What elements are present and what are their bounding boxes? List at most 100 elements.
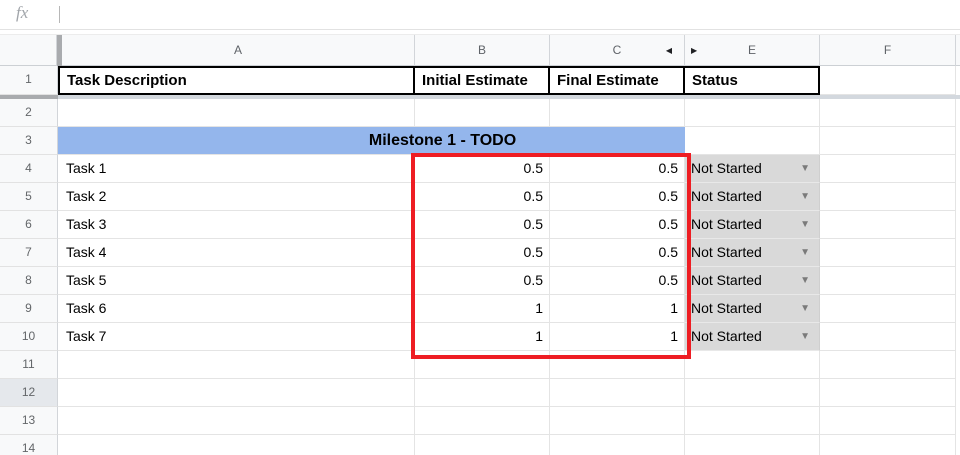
cell-final-estimate[interactable]: 0.5 (550, 155, 685, 183)
cell-empty[interactable] (685, 351, 820, 379)
cell-initial-estimate[interactable]: 0.5 (415, 239, 550, 267)
row-header-9[interactable]: 9 (0, 295, 58, 323)
column-header-a[interactable]: A (62, 35, 415, 66)
cell-initial-estimate[interactable]: 1 (415, 295, 550, 323)
cell-status-header[interactable]: Status (683, 66, 820, 95)
cell-empty[interactable] (820, 66, 956, 95)
dropdown-arrow-icon[interactable]: ▼ (800, 155, 810, 182)
cell-empty[interactable] (820, 407, 956, 435)
column-header-e[interactable]: ▶ E (685, 35, 820, 66)
cell-status-dropdown[interactable]: Not Started ▼ (685, 155, 820, 183)
cell-empty[interactable] (820, 267, 956, 295)
cell-empty[interactable] (415, 99, 550, 127)
cell-empty[interactable] (820, 295, 956, 323)
cell-empty[interactable] (58, 435, 415, 455)
dropdown-arrow-icon[interactable]: ▼ (800, 239, 810, 266)
row-header-2[interactable]: 2 (0, 99, 58, 127)
column-header-f[interactable]: F (820, 35, 956, 66)
row-header-14[interactable]: 14 (0, 435, 58, 455)
cell-status-dropdown[interactable]: Not Started ▼ (685, 323, 820, 351)
unhide-column-left-icon[interactable]: ◀ (666, 35, 672, 66)
row-header-6[interactable]: 6 (0, 211, 58, 239)
cell-empty[interactable] (550, 351, 685, 379)
cell-initial-estimate[interactable]: 1 (415, 323, 550, 351)
cell-status-dropdown[interactable]: Not Started ▼ (685, 267, 820, 295)
dropdown-arrow-icon[interactable]: ▼ (800, 183, 810, 210)
column-header-b[interactable]: B (415, 35, 550, 66)
cell-final-estimate-header[interactable]: Final Estimate (548, 66, 685, 95)
cell-task-name[interactable]: Task 1 (58, 155, 415, 183)
cell-task-name[interactable]: Task 2 (58, 183, 415, 211)
cell-empty[interactable] (820, 211, 956, 239)
grid-filler (956, 239, 960, 267)
cell-final-estimate[interactable]: 0.5 (550, 239, 685, 267)
cell-initial-estimate[interactable]: 0.5 (415, 155, 550, 183)
cell-empty[interactable] (415, 407, 550, 435)
cell-empty[interactable] (685, 99, 820, 127)
cell-empty[interactable] (550, 407, 685, 435)
cell-task-name[interactable]: Task 7 (58, 323, 415, 351)
cell-task-name[interactable]: Task 6 (58, 295, 415, 323)
cell-status-dropdown[interactable]: Not Started ▼ (685, 239, 820, 267)
cell-initial-estimate[interactable]: 0.5 (415, 211, 550, 239)
cell-initial-estimate-header[interactable]: Initial Estimate (413, 66, 550, 95)
column-header-c[interactable]: C ◀ (550, 35, 685, 66)
cell-empty[interactable] (820, 183, 956, 211)
cell-empty[interactable] (820, 379, 956, 407)
cell-task-name[interactable]: Task 4 (58, 239, 415, 267)
cell-task-name[interactable]: Task 3 (58, 211, 415, 239)
cell-final-estimate[interactable]: 1 (550, 323, 685, 351)
cell-empty[interactable] (550, 435, 685, 455)
dropdown-arrow-icon[interactable]: ▼ (800, 295, 810, 322)
cell-empty[interactable] (58, 99, 415, 127)
cell-empty[interactable] (58, 379, 415, 407)
unhide-column-right-icon[interactable]: ▶ (691, 35, 697, 66)
row-header-1[interactable]: 1 (0, 66, 58, 95)
cell-final-estimate[interactable]: 1 (550, 295, 685, 323)
row-header-12[interactable]: 12 (0, 379, 58, 407)
cell-empty[interactable] (550, 99, 685, 127)
row-header-3[interactable]: 3 (0, 127, 58, 155)
dropdown-arrow-icon[interactable]: ▼ (800, 211, 810, 238)
cell-status-dropdown[interactable]: Not Started ▼ (685, 211, 820, 239)
cell-empty[interactable] (820, 155, 956, 183)
cell-empty[interactable] (550, 379, 685, 407)
column-label-e: E (747, 43, 756, 57)
cell-final-estimate[interactable]: 0.5 (550, 211, 685, 239)
cell-final-estimate[interactable]: 0.5 (550, 267, 685, 295)
row-header-4[interactable]: 4 (0, 155, 58, 183)
cell-final-estimate[interactable]: 0.5 (550, 183, 685, 211)
row-header-10[interactable]: 10 (0, 323, 58, 351)
cell-empty[interactable] (685, 435, 820, 455)
cell-empty[interactable] (820, 351, 956, 379)
cell-empty[interactable] (58, 407, 415, 435)
cell-task-description-header[interactable]: Task Description (58, 66, 415, 95)
cell-status-dropdown[interactable]: Not Started ▼ (685, 295, 820, 323)
row-header-8[interactable]: 8 (0, 267, 58, 295)
cell-task-name[interactable]: Task 5 (58, 267, 415, 295)
cell-empty[interactable] (820, 239, 956, 267)
row-header-7[interactable]: 7 (0, 239, 58, 267)
cell-empty[interactable] (685, 407, 820, 435)
cell-empty[interactable] (820, 323, 956, 351)
row-header-5[interactable]: 5 (0, 183, 58, 211)
dropdown-arrow-icon[interactable]: ▼ (800, 323, 810, 350)
cell-empty[interactable] (685, 379, 820, 407)
cell-milestone-title[interactable]: Milestone 1 - TODO (58, 127, 685, 155)
cell-initial-estimate[interactable]: 0.5 (415, 267, 550, 295)
cell-empty[interactable] (58, 351, 415, 379)
cell-initial-estimate[interactable]: 0.5 (415, 183, 550, 211)
row-header-13[interactable]: 13 (0, 407, 58, 435)
cell-empty[interactable] (415, 351, 550, 379)
cell-empty[interactable] (415, 435, 550, 455)
cell-empty[interactable] (820, 127, 956, 155)
row-header-11[interactable]: 11 (0, 351, 58, 379)
dropdown-arrow-icon[interactable]: ▼ (800, 267, 810, 294)
select-all-corner[interactable] (0, 35, 57, 66)
cell-empty[interactable] (685, 127, 820, 155)
cell-empty[interactable] (820, 99, 956, 127)
cell-empty[interactable] (415, 379, 550, 407)
cell-status-dropdown[interactable]: Not Started ▼ (685, 183, 820, 211)
formula-bar[interactable]: fx (0, 0, 960, 30)
cell-empty[interactable] (820, 435, 956, 455)
